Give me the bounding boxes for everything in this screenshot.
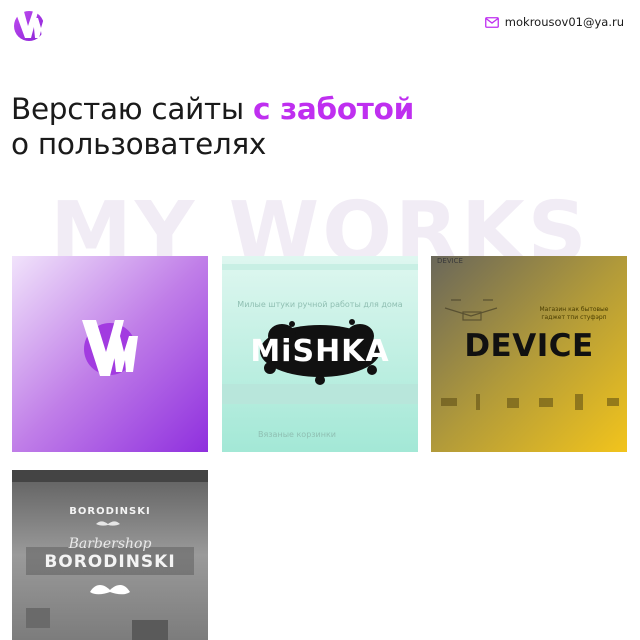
mishka-label: MiSHKA [250,334,390,369]
mishka-tagline: Милые штуки ручной работы для дома [237,300,403,309]
mishka-bottom-text: Вязаные корзинки [258,430,336,439]
vm-tile-background [12,256,208,452]
work-tile-mishka[interactable]: Милые штуки ручной работы для дома MiSHK… [222,256,418,452]
barber-brand-small: BORODINSKI [69,506,151,517]
work-tile-vm[interactable] [12,256,208,452]
device-label: DEVICE [464,328,594,364]
hero-line1: Верстаю сайты [11,92,253,126]
hero-accent: с заботой [252,92,414,126]
device-header-logo: DEVICE [437,257,463,265]
barber-script-title: Barbershop [68,536,152,552]
mail-icon [484,16,499,28]
work-tile-barbershop[interactable]: BORODINSKI Barbershop BORODINSKI [12,470,208,640]
barber-brand-title: BORODINSKI [44,552,176,572]
device-tagline: Магазин как бытовые гаджет тпи стуфэрп [539,306,609,321]
hero-heading: Верстаю сайты с заботой о пользователях [11,92,571,162]
email-text: mokrousov01@ya.ru [504,15,624,29]
vm-logo[interactable] [11,4,51,44]
email-link[interactable]: mokrousov01@ya.ru [484,15,624,29]
work-tile-device[interactable]: DEVICE Магазин как бытовые гаджет тпи ст… [431,256,627,452]
hero-line2: о пользователях [11,127,267,161]
